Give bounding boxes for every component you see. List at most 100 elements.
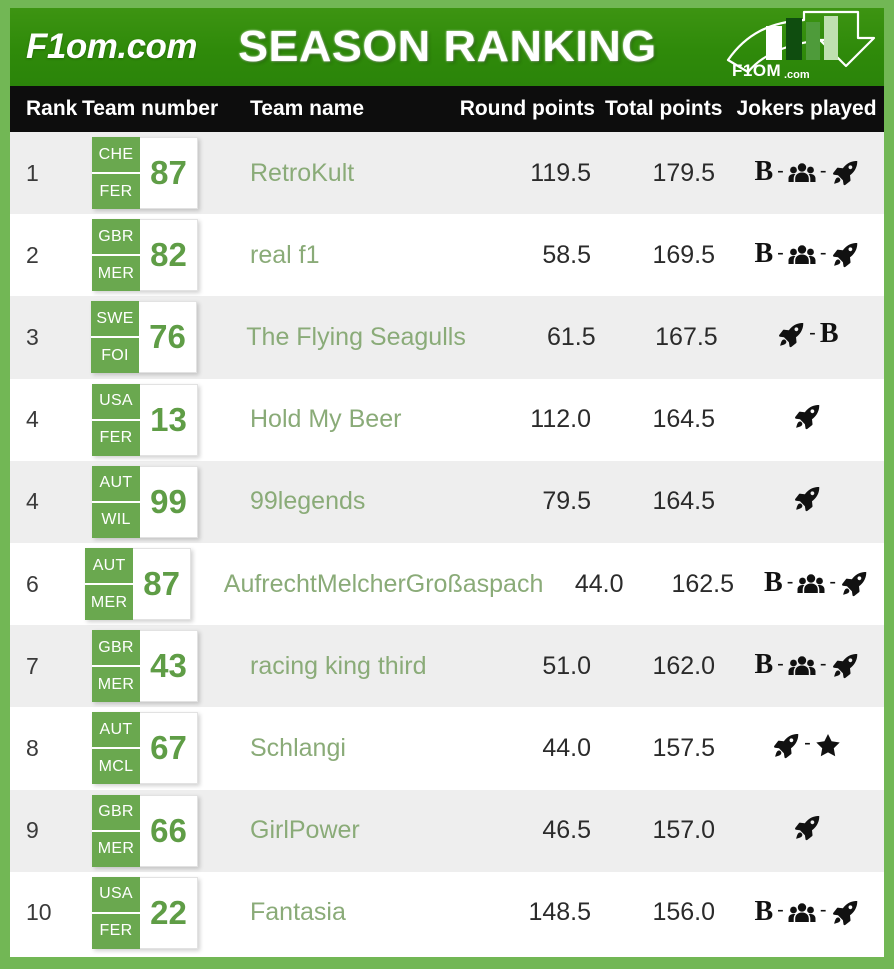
joker-separator: - — [777, 241, 784, 264]
column-header-team-name: Team name — [250, 97, 364, 120]
joker-separator: - — [786, 570, 794, 593]
total-points-value: 164.5 — [652, 405, 715, 434]
column-header-rank: Rank — [26, 97, 78, 120]
team-number-badge[interactable]: SWE FOI 76 — [91, 301, 198, 374]
total-points-value: 162.5 — [671, 569, 735, 598]
badge-code-stack: USA FER — [92, 383, 140, 456]
cell-team-number: USA FER 13 — [82, 383, 240, 456]
team-number-badge[interactable]: GBR MER 66 — [92, 794, 198, 867]
svg-text:.com: .com — [784, 69, 810, 81]
table-row[interactable]: 7 GBR MER 43 racing king third 51.0 162.0 B - - — [10, 625, 884, 708]
cell-team-number: USA FER 22 — [82, 876, 240, 949]
round-points-value: 119.5 — [530, 158, 591, 187]
badge-code-stack: AUT MCL — [92, 712, 140, 785]
round-points-value: 79.5 — [542, 487, 591, 516]
cell-round-points: 112.0 — [455, 405, 605, 434]
team-number-badge[interactable]: CHE FER 87 — [92, 137, 198, 210]
joker-booster-icon: B — [819, 318, 839, 350]
table-header-row: Rank Team number Team name Round points … — [10, 86, 884, 132]
team-name-link[interactable]: racing king third — [250, 652, 426, 680]
team-name-link[interactable]: RetroKult — [250, 159, 354, 187]
round-points-value: 148.5 — [528, 898, 591, 927]
cell-total-points: 162.5 — [638, 570, 749, 599]
cell-team-number: GBR MER 82 — [82, 219, 240, 292]
cell-total-points: 162.0 — [605, 652, 729, 681]
jokers-list — [793, 815, 821, 841]
badge-constructor-code: FER — [99, 182, 133, 200]
total-points-value: 162.0 — [652, 651, 715, 680]
cell-round-points: 46.5 — [455, 816, 605, 845]
cell-jokers-played: B-- — [729, 158, 884, 187]
table-row[interactable]: 1 CHE FER 87 RetroKult 119.5 179.5 B - - — [10, 132, 884, 215]
cell-total-points: 179.5 — [605, 159, 729, 188]
badge-number: 66 — [140, 794, 198, 867]
badge-country-code: AUT — [92, 466, 140, 503]
site-brand-logotype: F1om.com — [26, 27, 198, 66]
cell-round-points: 119.5 — [455, 159, 605, 188]
cell-jokers-played: -B — [732, 318, 884, 353]
round-points-value: 58.5 — [542, 240, 591, 269]
rank-value: 7 — [26, 652, 39, 679]
table-row[interactable]: 2 GBR MER 82 real f1 58.5 169.5 B - - — [10, 214, 884, 297]
cell-rank: 4 — [10, 406, 82, 433]
team-name-link[interactable]: AufrechtMelcherGroßaspach — [224, 570, 544, 598]
joker-group-icon — [788, 902, 816, 924]
team-name-link[interactable]: The Flying Seagulls — [246, 323, 466, 351]
round-points-value: 44.0 — [574, 569, 624, 598]
team-number-badge[interactable]: AUT WIL 99 — [92, 465, 198, 538]
round-points-value: 51.0 — [542, 651, 591, 680]
table-row[interactable]: 6 AUT MER 87 AufrechtMelcherGroßaspach 44.0 16… — [10, 542, 884, 626]
table-row[interactable]: 4 AUT WIL 99 99legends 79.5 164.5 — [10, 460, 884, 543]
badge-constructor-code: WIL — [101, 511, 131, 529]
round-points-value: 46.5 — [542, 816, 591, 845]
badge-country-code: GBR — [92, 795, 140, 832]
joker-rocket-icon — [793, 815, 821, 841]
team-name-link[interactable]: 99legends — [250, 487, 365, 515]
badge-number: 13 — [140, 383, 198, 456]
badge-country-code: USA — [92, 877, 140, 914]
cell-team-number: GBR MER 43 — [82, 630, 240, 703]
jokers-list — [793, 404, 821, 430]
joker-separator: - — [804, 732, 811, 755]
team-number-badge[interactable]: USA FER 22 — [92, 876, 198, 949]
team-name-link[interactable]: real f1 — [250, 241, 319, 269]
team-number-badge[interactable]: GBR MER 82 — [92, 219, 198, 292]
cell-jokers-played — [729, 815, 884, 846]
table-row[interactable]: 4 USA FER 13 Hold My Beer 112.0 164.5 — [10, 378, 884, 461]
cell-rank: 4 — [10, 488, 82, 515]
badge-code-stack: USA FER — [92, 876, 140, 949]
rank-value: 8 — [26, 734, 39, 761]
table-row[interactable]: 9 GBR MER 66 GirlPower 46.5 157.0 — [10, 789, 884, 872]
team-name-link[interactable]: Schlangi — [250, 734, 346, 762]
joker-separator: - — [777, 652, 784, 675]
team-number-badge[interactable]: AUT MCL 67 — [92, 712, 198, 785]
table-row[interactable]: 10 USA FER 22 Fantasia 148.5 156.0 B - - — [10, 871, 884, 954]
rank-value: 3 — [26, 323, 39, 350]
badge-country-code: GBR — [92, 219, 140, 257]
cell-round-points: 44.0 — [504, 570, 637, 599]
joker-booster-icon: B — [754, 895, 774, 927]
cell-team-number: CHE FER 87 — [82, 137, 240, 210]
table-row[interactable]: 3 SWE FOI 76 The Flying Seagulls 61.5 167.5 - B — [10, 296, 884, 379]
team-number-badge[interactable]: USA FER 13 — [92, 383, 198, 456]
joker-rocket-icon — [831, 653, 859, 679]
badge-constructor-code: MER — [90, 593, 128, 611]
badge-constructor-code: MER — [97, 675, 135, 693]
cell-team-number: AUT WIL 99 — [82, 465, 240, 538]
team-number-badge[interactable]: AUT MER 87 — [85, 548, 192, 621]
team-name-link[interactable]: GirlPower — [250, 816, 360, 844]
cell-jokers-played: B-- — [729, 895, 884, 927]
team-name-link[interactable]: Hold My Beer — [250, 405, 401, 433]
team-name-link[interactable]: Fantasia — [250, 898, 346, 926]
table-row[interactable]: 8 AUT MCL 67 Schlangi 44.0 157.5 - — [10, 707, 884, 790]
cell-team-name: Hold My Beer — [240, 405, 455, 434]
rank-value: 4 — [26, 488, 39, 515]
joker-group-icon — [788, 244, 816, 266]
badge-country-code: AUT — [92, 712, 140, 750]
badge-code-stack: GBR MER — [92, 219, 140, 292]
cell-jokers-played — [729, 486, 884, 517]
rank-value: 9 — [26, 817, 39, 844]
table-body: 1 CHE FER 87 RetroKult 119.5 179.5 B - -2 GBR MER 82… — [10, 132, 884, 954]
cell-rank: 10 — [10, 899, 82, 926]
team-number-badge[interactable]: GBR MER 43 — [92, 630, 198, 703]
